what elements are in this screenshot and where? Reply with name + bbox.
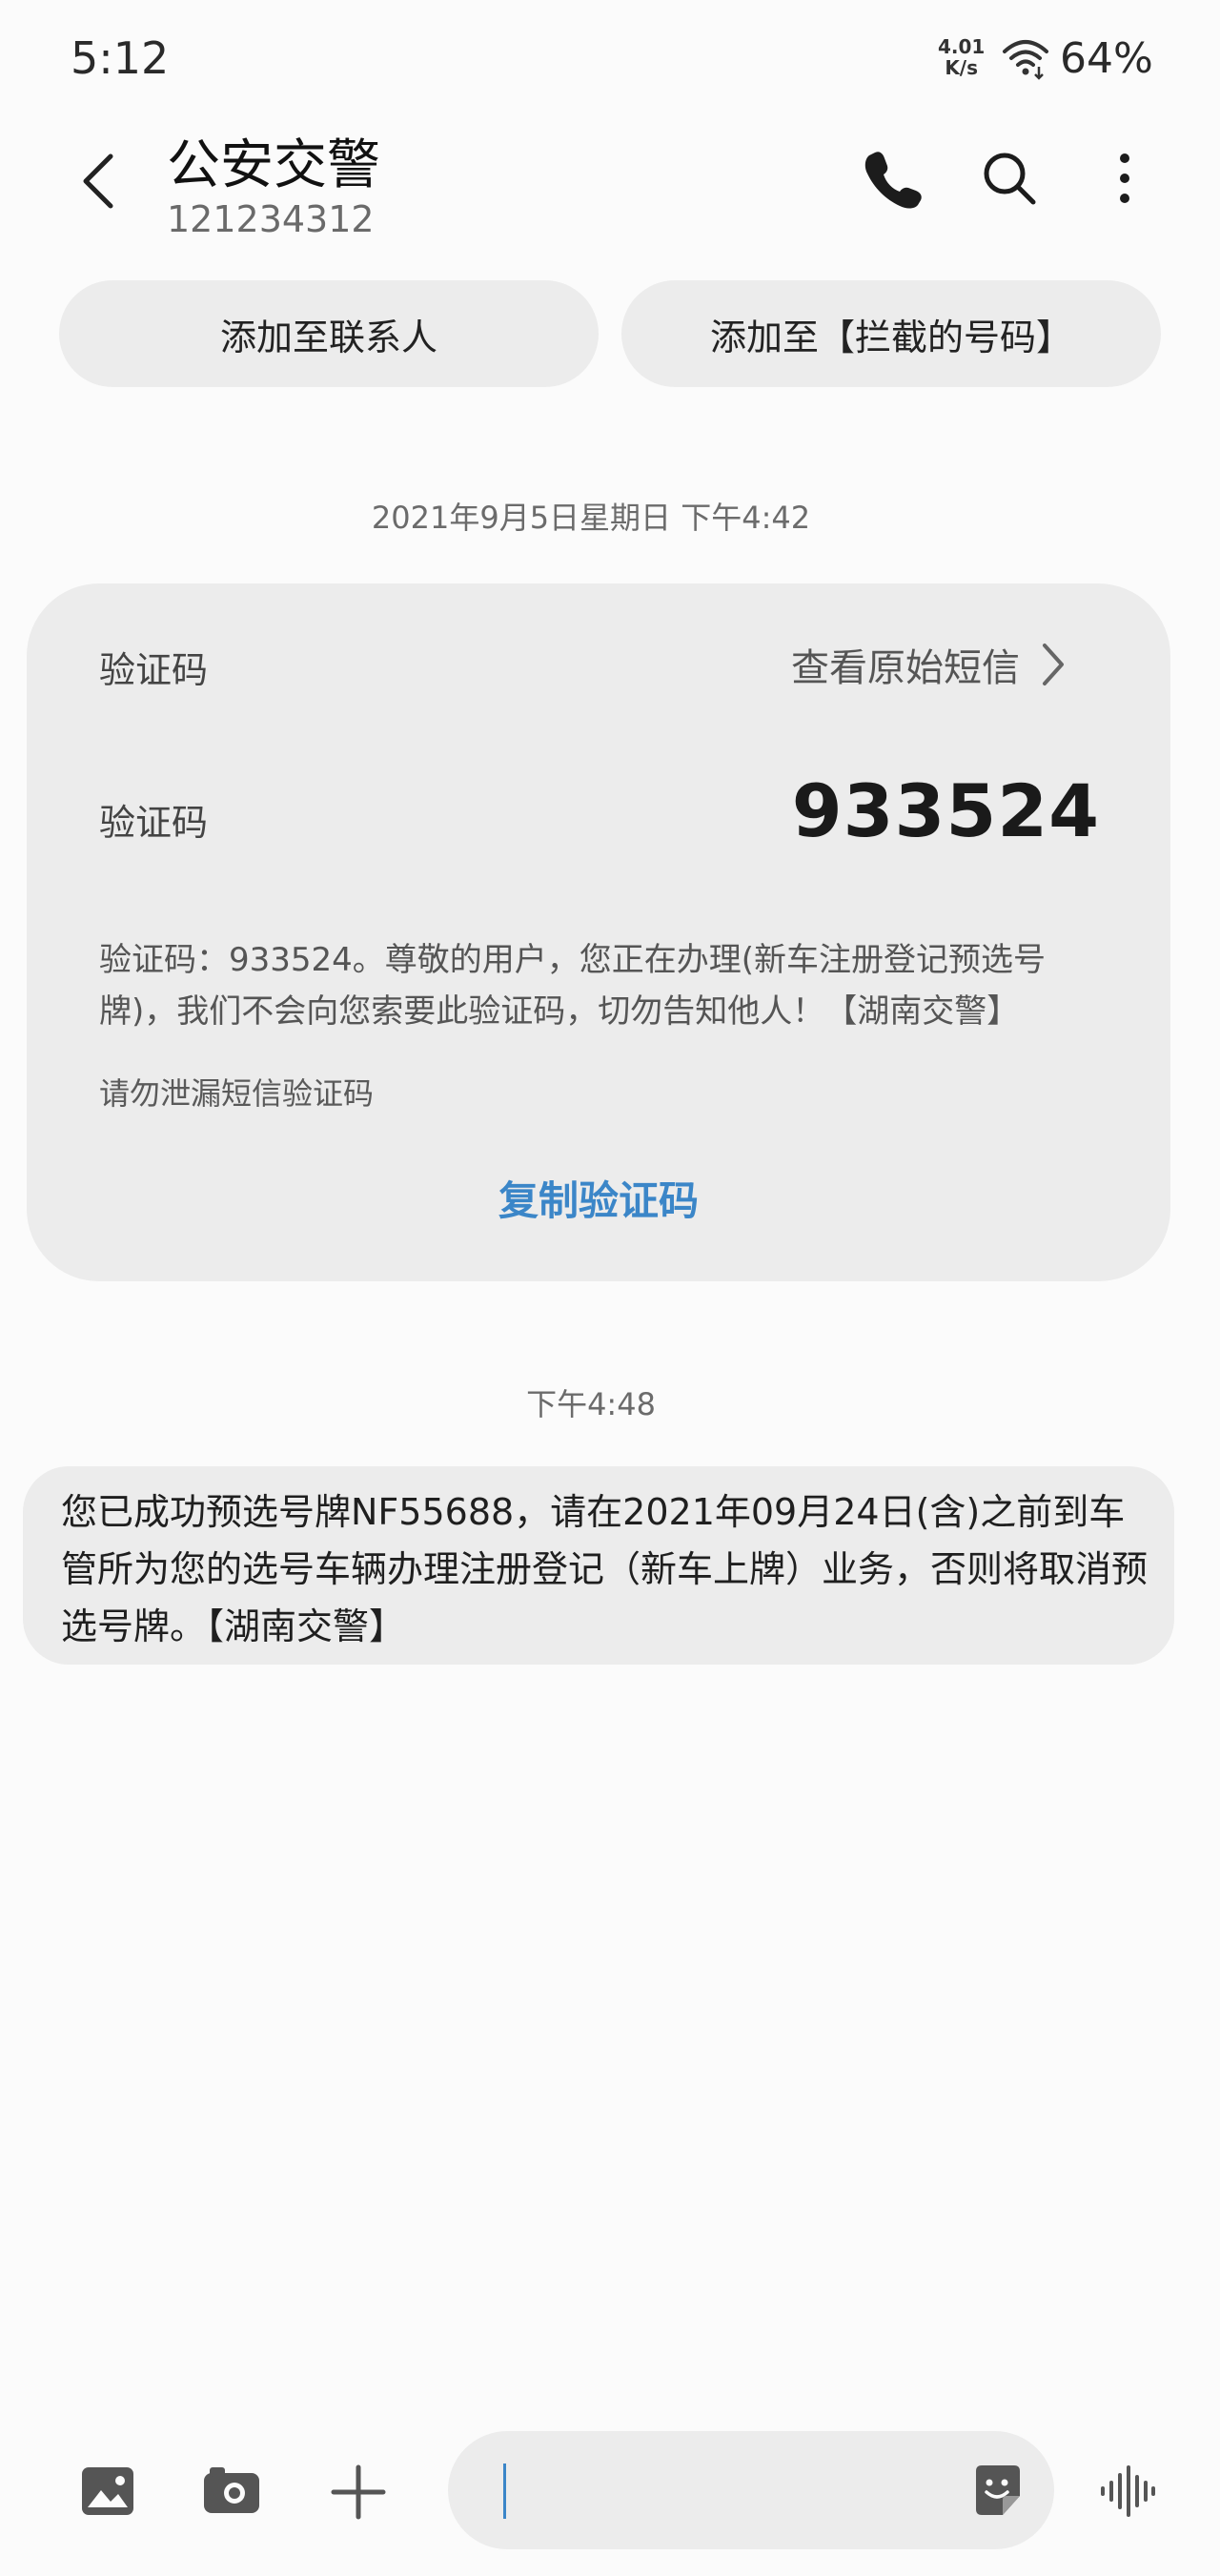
sticker-button[interactable] — [970, 2462, 1026, 2519]
message-timestamp: 2021年9月5日星期日 下午4:42 — [371, 500, 811, 536]
sticker-icon — [976, 2465, 1020, 2515]
attach-image-button[interactable] — [78, 2462, 137, 2521]
security-warning: 请勿泄漏短信验证码 — [99, 1075, 375, 1112]
more-options-button[interactable] — [1096, 145, 1153, 212]
voice-icon — [1101, 2465, 1155, 2517]
more-vert-icon — [1120, 153, 1129, 203]
text-cursor — [503, 2464, 506, 2519]
message-timestamp: 下午4:48 — [526, 1386, 656, 1422]
copy-code-button[interactable]: 复制验证码 — [0, 1169, 1197, 1227]
plus-icon — [331, 2464, 386, 2520]
search-icon — [984, 153, 1036, 205]
add-to-contacts-button[interactable]: 添加至联系人 — [59, 280, 599, 387]
network-speed-value: 4.01 — [938, 35, 986, 58]
contact-name: 公安交警 — [167, 134, 380, 196]
image-icon — [82, 2467, 133, 2515]
network-speed-unit: K/s — [945, 56, 979, 79]
chevron-right-icon — [1043, 644, 1064, 685]
contact-number: 121234312 — [167, 198, 375, 240]
search-button[interactable] — [976, 145, 1043, 212]
network-speed: 4.01 K/s — [938, 36, 985, 78]
voice-input-button[interactable] — [1098, 2462, 1157, 2521]
add-attachment-button[interactable] — [328, 2462, 389, 2523]
message-text: 您已成功预选号牌NF55688，请在2021年09月24日(含)之前到车管所为您… — [61, 1491, 1149, 1647]
phone-icon — [864, 152, 922, 209]
call-button[interactable] — [860, 145, 926, 212]
card-label: 验证码 — [99, 649, 209, 691]
view-original-message-link[interactable]: 查看原始短信 — [791, 637, 1068, 692]
back-button[interactable] — [71, 143, 128, 219]
battery-level: 64% — [1060, 34, 1153, 83]
view-original-label: 查看原始短信 — [791, 646, 1020, 690]
message-body: 验证码：933524。尊敬的用户，您正在办理(新车注册登记预选号牌)，我们不会向… — [99, 941, 1047, 1031]
add-to-blocked-button[interactable]: 添加至【拦截的号码】 — [621, 280, 1161, 387]
back-icon — [83, 153, 113, 209]
status-time: 5:12 — [71, 32, 170, 84]
code-label: 验证码 — [99, 802, 209, 844]
camera-button[interactable] — [200, 2462, 263, 2521]
camera-icon — [204, 2467, 259, 2513]
verification-code: 933524 — [791, 768, 1100, 853]
message-input[interactable] — [448, 2431, 1054, 2549]
wifi-icon — [1001, 38, 1050, 84]
